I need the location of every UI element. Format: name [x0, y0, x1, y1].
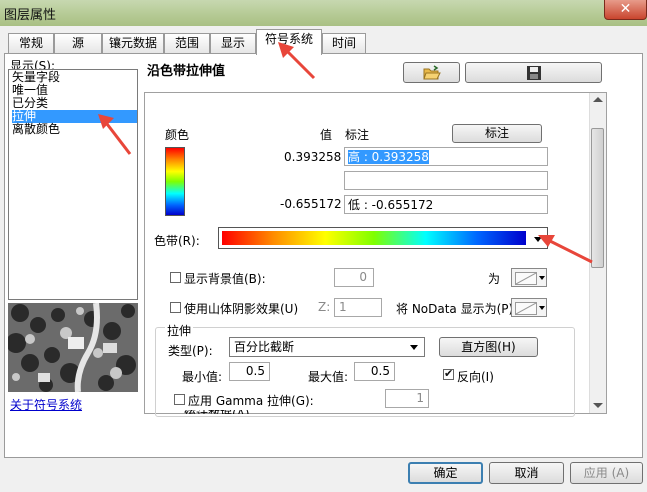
invert-label: 反向(I) — [457, 370, 494, 384]
open-file-button[interactable] — [403, 62, 460, 83]
tab-metadata[interactable]: 镶元数据 — [102, 33, 164, 53]
nodata-color-picker[interactable] — [511, 298, 547, 317]
stretch-type-label: 类型(P): — [168, 344, 213, 358]
histogram-button[interactable]: 直方图(H) — [439, 337, 538, 357]
gamma-label: 应用 Gamma 拉伸(G): — [188, 394, 314, 408]
background-value-checkbox[interactable] — [170, 272, 181, 283]
chevron-down-icon — [410, 345, 418, 350]
stretch-type-value: 百分比截断 — [234, 340, 295, 354]
stretch-group-title: 拉伸 — [165, 322, 194, 339]
floppy-disk-icon — [526, 66, 541, 80]
empty-color-icon — [515, 272, 537, 285]
min-value-input[interactable]: 0.5 — [229, 362, 270, 381]
max-value-input[interactable]: 0.5 — [354, 362, 395, 381]
z-factor-label: Z: — [318, 300, 331, 314]
symbology-preview-image — [8, 303, 138, 392]
high-label-text: 高 : 0.393258 — [348, 150, 429, 164]
value-column-header: 值 — [320, 128, 333, 142]
z-factor-input[interactable]: 1 — [334, 298, 382, 317]
stretch-type-select[interactable]: 百分比截断 — [229, 337, 425, 357]
statistics-label-cut: 统计数据(A) — [184, 410, 250, 414]
label-button[interactable]: 标注 — [452, 124, 542, 143]
high-value: 0.393258 — [284, 150, 342, 164]
about-symbology-link[interactable]: 关于符号系统 — [10, 396, 82, 413]
label-column-header: 标注 — [345, 128, 370, 142]
mid-label-input[interactable] — [344, 171, 548, 190]
gamma-checkbox[interactable] — [174, 394, 185, 405]
ramp-label: 色带(R): — [154, 234, 200, 248]
hillshade-label: 使用山体阴影效果(U) — [184, 302, 299, 316]
chevron-down-icon — [539, 276, 545, 280]
background-color-picker[interactable] — [511, 268, 547, 287]
close-button[interactable]: ✕ — [604, 0, 647, 20]
background-as-label: 为 — [488, 272, 501, 286]
renderer-heading: 沿色带拉伸值 — [147, 64, 226, 79]
apply-button[interactable]: 应用 (A) — [570, 462, 643, 484]
save-button[interactable] — [465, 62, 602, 83]
nodata-label: 将 NoData 显示为(P) — [396, 302, 514, 316]
gamma-input[interactable]: 1 — [385, 389, 429, 408]
low-value: -0.655172 — [280, 197, 342, 211]
tab-display[interactable]: 显示 — [210, 33, 256, 53]
high-label-input[interactable]: 高 : 0.393258 — [344, 147, 548, 166]
annotation-arrow-icon — [278, 42, 316, 80]
min-value-label: 最小值: — [182, 370, 223, 384]
empty-color-icon — [515, 302, 537, 315]
ok-button[interactable]: 确定 — [408, 462, 483, 484]
folder-open-icon — [422, 65, 441, 80]
color-ramp-swatch — [222, 231, 526, 245]
background-value-input[interactable]: 0 — [334, 268, 374, 287]
window-title: 图层属性 — [4, 8, 57, 23]
color-column-header: 颜色 — [165, 128, 190, 142]
tab-source[interactable]: 源 — [54, 33, 102, 53]
chevron-down-icon — [539, 306, 545, 310]
max-value-label: 最大值: — [308, 370, 349, 384]
annotation-arrow-icon — [538, 235, 593, 264]
invert-checkbox[interactable] — [443, 367, 454, 380]
tab-time[interactable]: 时间 — [322, 33, 366, 53]
low-label-input[interactable]: 低 : -0.655172 — [344, 195, 548, 214]
scroll-down-icon[interactable] — [593, 403, 603, 408]
color-ramp-select[interactable] — [218, 227, 548, 249]
cancel-button[interactable]: 取消 — [489, 462, 564, 484]
color-ramp-legend — [165, 147, 185, 216]
tab-general[interactable]: 常规 — [8, 33, 54, 53]
scroll-up-icon[interactable] — [593, 97, 603, 102]
background-value-label: 显示背景值(B): — [184, 272, 266, 286]
tab-extent[interactable]: 范围 — [164, 33, 210, 53]
title-bar — [0, 0, 647, 26]
renderer-list[interactable]: 矢量字段 唯一值 已分类 拉伸 离散颜色 — [8, 69, 138, 300]
annotation-arrow-icon — [98, 114, 132, 155]
hillshade-checkbox[interactable] — [170, 302, 181, 313]
